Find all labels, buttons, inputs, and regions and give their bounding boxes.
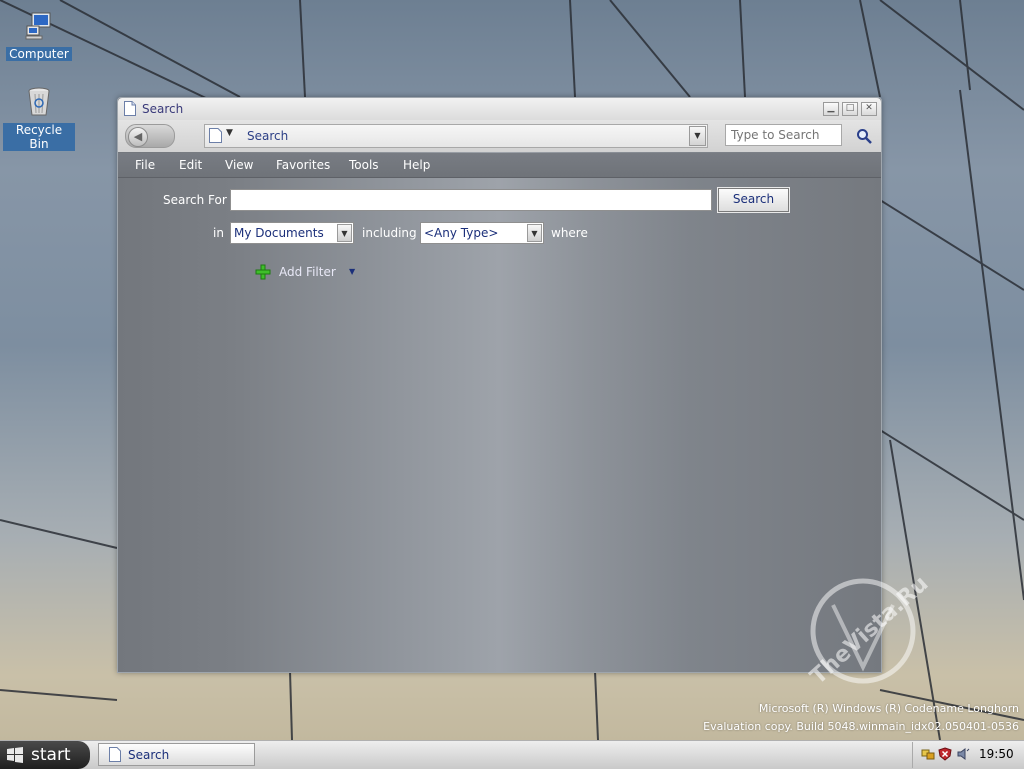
chevron-down-icon[interactable]: ▼ xyxy=(337,224,352,242)
search-icon[interactable] xyxy=(856,128,872,144)
document-icon xyxy=(109,747,121,762)
menu-bar: File Edit View Favorites Tools Help xyxy=(118,153,881,178)
location-value: My Documents xyxy=(234,226,324,240)
address-bar[interactable]: ▼ Search ▼ xyxy=(204,124,708,148)
menu-file[interactable]: File xyxy=(135,158,155,172)
os-version-line: Microsoft (R) Windows (R) Codename Longh… xyxy=(758,702,1019,715)
system-tray: 19:50 xyxy=(912,742,1024,768)
window-title: Search xyxy=(142,102,184,116)
search-for-label: Search For xyxy=(163,193,227,207)
address-dropdown-caret-icon[interactable]: ▼ xyxy=(226,128,233,138)
start-button[interactable]: start xyxy=(0,741,90,769)
back-arrow-icon: ◀ xyxy=(128,127,148,147)
windows-logo-icon xyxy=(7,747,23,763)
start-label: start xyxy=(31,745,71,765)
type-select[interactable]: <Any Type> ▼ xyxy=(420,222,544,244)
plus-icon xyxy=(255,264,271,280)
menu-help[interactable]: Help xyxy=(403,158,430,172)
menu-view[interactable]: View xyxy=(225,158,253,172)
where-label: where xyxy=(551,226,588,240)
clock: 19:50 xyxy=(979,747,1014,761)
taskbar-button-search[interactable]: Search xyxy=(98,743,255,766)
document-icon xyxy=(209,128,222,143)
navigation-bar: ◀ ▼ Search ▼ xyxy=(118,120,881,152)
search-window: Search ▁ □ ✕ ◀ ▼ Search ▼ File Edit View… xyxy=(117,97,882,673)
title-bar[interactable]: Search ▁ □ ✕ xyxy=(118,98,881,120)
menu-favorites[interactable]: Favorites xyxy=(276,158,330,172)
chevron-down-icon[interactable]: ▼ xyxy=(527,224,542,242)
address-history-dropdown[interactable]: ▼ xyxy=(689,126,706,146)
in-label: in xyxy=(213,226,224,240)
recycle-bin-icon xyxy=(28,87,50,116)
location-select[interactable]: My Documents ▼ xyxy=(230,222,354,244)
search-for-field[interactable] xyxy=(230,189,712,211)
desktop-icon-computer[interactable]: Computer xyxy=(3,10,75,61)
add-filter-button[interactable]: Add Filter ▼ xyxy=(255,264,365,282)
menu-edit[interactable]: Edit xyxy=(179,158,202,172)
maximize-button[interactable]: □ xyxy=(842,102,858,116)
chevron-down-icon[interactable]: ▼ xyxy=(349,267,355,276)
menu-tools[interactable]: Tools xyxy=(349,158,379,172)
taskbar: start Search 19:50 xyxy=(0,740,1024,769)
address-text: Search xyxy=(247,129,289,143)
including-label: including xyxy=(362,226,417,240)
search-input[interactable] xyxy=(725,124,842,146)
os-build-line: Evaluation copy. Build 5048.winmain_idx0… xyxy=(703,720,1019,733)
close-button[interactable]: ✕ xyxy=(861,102,877,116)
back-button[interactable]: ◀ xyxy=(125,124,175,148)
computer-icon xyxy=(25,12,51,40)
volume-icon[interactable] xyxy=(956,747,970,761)
document-icon xyxy=(124,101,136,116)
add-filter-label: Add Filter xyxy=(279,265,336,279)
security-shield-icon[interactable] xyxy=(938,747,952,761)
network-tray-icon[interactable] xyxy=(921,747,935,761)
type-value: <Any Type> xyxy=(424,226,499,240)
taskbar-button-label: Search xyxy=(128,748,170,762)
search-button[interactable]: Search xyxy=(717,187,790,213)
minimize-button[interactable]: ▁ xyxy=(823,102,839,116)
desktop-icon-recycle-bin[interactable]: Recycle Bin xyxy=(3,86,75,151)
